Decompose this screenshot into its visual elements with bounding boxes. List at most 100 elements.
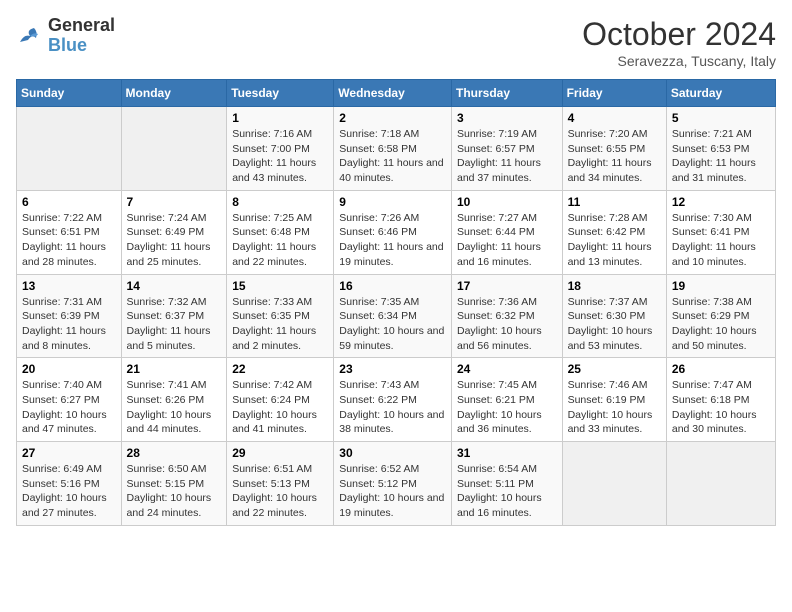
day-info: Sunrise: 7:21 AM Sunset: 6:53 PM Dayligh… bbox=[672, 127, 770, 186]
day-info: Sunrise: 7:42 AM Sunset: 6:24 PM Dayligh… bbox=[232, 378, 328, 437]
day-info: Sunrise: 6:50 AM Sunset: 5:15 PM Dayligh… bbox=[127, 462, 222, 521]
calendar-cell: 29 Sunrise: 6:51 AM Sunset: 5:13 PM Dayli… bbox=[227, 442, 334, 526]
calendar-cell: 11 Sunrise: 7:28 AM Sunset: 6:42 PM Dayli… bbox=[562, 190, 666, 274]
day-number: 10 bbox=[457, 195, 557, 209]
day-info: Sunrise: 7:33 AM Sunset: 6:35 PM Dayligh… bbox=[232, 295, 328, 354]
day-number: 9 bbox=[339, 195, 446, 209]
calendar-week-row: 20 Sunrise: 7:40 AM Sunset: 6:27 PM Dayli… bbox=[17, 358, 776, 442]
day-info: Sunrise: 7:16 AM Sunset: 7:00 PM Dayligh… bbox=[232, 127, 328, 186]
calendar-cell: 12 Sunrise: 7:30 AM Sunset: 6:41 PM Dayli… bbox=[666, 190, 775, 274]
calendar-cell: 20 Sunrise: 7:40 AM Sunset: 6:27 PM Dayli… bbox=[17, 358, 122, 442]
calendar-cell: 27 Sunrise: 6:49 AM Sunset: 5:16 PM Dayli… bbox=[17, 442, 122, 526]
day-info: Sunrise: 6:51 AM Sunset: 5:13 PM Dayligh… bbox=[232, 462, 328, 521]
calendar-table: SundayMondayTuesdayWednesdayThursdayFrid… bbox=[16, 79, 776, 526]
calendar-cell: 17 Sunrise: 7:36 AM Sunset: 6:32 PM Dayli… bbox=[451, 274, 562, 358]
day-number: 23 bbox=[339, 362, 446, 376]
day-info: Sunrise: 7:37 AM Sunset: 6:30 PM Dayligh… bbox=[568, 295, 661, 354]
weekday-header-monday: Monday bbox=[121, 80, 227, 107]
calendar-cell: 1 Sunrise: 7:16 AM Sunset: 7:00 PM Daylig… bbox=[227, 107, 334, 191]
calendar-cell: 19Sunrise: 7:38 AM Sunset: 6:29 PM Dayli… bbox=[666, 274, 775, 358]
title-block: October 2024 Seravezza, Tuscany, Italy bbox=[582, 16, 776, 69]
day-number: 2 bbox=[339, 111, 446, 125]
day-info: Sunrise: 7:19 AM Sunset: 6:57 PM Dayligh… bbox=[457, 127, 557, 186]
day-number: 30 bbox=[339, 446, 446, 460]
calendar-cell: 30 Sunrise: 6:52 AM Sunset: 5:12 PM Dayli… bbox=[334, 442, 452, 526]
calendar-cell: 18Sunrise: 7:37 AM Sunset: 6:30 PM Dayli… bbox=[562, 274, 666, 358]
day-info: Sunrise: 6:49 AM Sunset: 5:16 PM Dayligh… bbox=[22, 462, 116, 521]
logo-bird-icon bbox=[16, 24, 44, 48]
day-number: 21 bbox=[127, 362, 222, 376]
day-number: 7 bbox=[127, 195, 222, 209]
day-number: 15 bbox=[232, 279, 328, 293]
calendar-cell: 2 Sunrise: 7:18 AM Sunset: 6:58 PM Daylig… bbox=[334, 107, 452, 191]
calendar-week-row: 6Sunrise: 7:22 AM Sunset: 6:51 PM Daylig… bbox=[17, 190, 776, 274]
day-number: 27 bbox=[22, 446, 116, 460]
calendar-cell: 26Sunrise: 7:47 AM Sunset: 6:18 PM Dayli… bbox=[666, 358, 775, 442]
day-info: Sunrise: 7:30 AM Sunset: 6:41 PM Dayligh… bbox=[672, 211, 770, 270]
day-number: 31 bbox=[457, 446, 557, 460]
calendar-cell: 6Sunrise: 7:22 AM Sunset: 6:51 PM Daylig… bbox=[17, 190, 122, 274]
calendar-cell: 3 Sunrise: 7:19 AM Sunset: 6:57 PM Daylig… bbox=[451, 107, 562, 191]
calendar-cell: 21 Sunrise: 7:41 AM Sunset: 6:26 PM Dayli… bbox=[121, 358, 227, 442]
day-number: 22 bbox=[232, 362, 328, 376]
page-header: General Blue October 2024 Seravezza, Tus… bbox=[16, 16, 776, 69]
calendar-cell: 10Sunrise: 7:27 AM Sunset: 6:44 PM Dayli… bbox=[451, 190, 562, 274]
day-info: Sunrise: 7:35 AM Sunset: 6:34 PM Dayligh… bbox=[339, 295, 446, 354]
day-number: 20 bbox=[22, 362, 116, 376]
weekday-header-thursday: Thursday bbox=[451, 80, 562, 107]
calendar-cell: 31 Sunrise: 6:54 AM Sunset: 5:11 PM Dayli… bbox=[451, 442, 562, 526]
day-number: 8 bbox=[232, 195, 328, 209]
calendar-cell: 22 Sunrise: 7:42 AM Sunset: 6:24 PM Dayli… bbox=[227, 358, 334, 442]
location-title: Seravezza, Tuscany, Italy bbox=[582, 53, 776, 69]
calendar-cell: 15 Sunrise: 7:33 AM Sunset: 6:35 PM Dayli… bbox=[227, 274, 334, 358]
day-number: 25 bbox=[568, 362, 661, 376]
day-info: Sunrise: 7:32 AM Sunset: 6:37 PM Dayligh… bbox=[127, 295, 222, 354]
calendar-week-row: 13 Sunrise: 7:31 AM Sunset: 6:39 PM Dayli… bbox=[17, 274, 776, 358]
day-number: 5 bbox=[672, 111, 770, 125]
day-info: Sunrise: 7:36 AM Sunset: 6:32 PM Dayligh… bbox=[457, 295, 557, 354]
calendar-cell: 14 Sunrise: 7:32 AM Sunset: 6:37 PM Dayli… bbox=[121, 274, 227, 358]
day-number: 3 bbox=[457, 111, 557, 125]
calendar-cell bbox=[562, 442, 666, 526]
day-info: Sunrise: 7:28 AM Sunset: 6:42 PM Dayligh… bbox=[568, 211, 661, 270]
day-info: Sunrise: 6:54 AM Sunset: 5:11 PM Dayligh… bbox=[457, 462, 557, 521]
day-number: 11 bbox=[568, 195, 661, 209]
day-info: Sunrise: 7:40 AM Sunset: 6:27 PM Dayligh… bbox=[22, 378, 116, 437]
day-info: Sunrise: 7:43 AM Sunset: 6:22 PM Dayligh… bbox=[339, 378, 446, 437]
day-number: 24 bbox=[457, 362, 557, 376]
day-number: 29 bbox=[232, 446, 328, 460]
calendar-cell bbox=[17, 107, 122, 191]
day-info: Sunrise: 7:26 AM Sunset: 6:46 PM Dayligh… bbox=[339, 211, 446, 270]
calendar-cell: 13 Sunrise: 7:31 AM Sunset: 6:39 PM Dayli… bbox=[17, 274, 122, 358]
day-number: 19 bbox=[672, 279, 770, 293]
calendar-cell: 28Sunrise: 6:50 AM Sunset: 5:15 PM Dayli… bbox=[121, 442, 227, 526]
day-info: Sunrise: 7:46 AM Sunset: 6:19 PM Dayligh… bbox=[568, 378, 661, 437]
weekday-header-saturday: Saturday bbox=[666, 80, 775, 107]
weekday-header-row: SundayMondayTuesdayWednesdayThursdayFrid… bbox=[17, 80, 776, 107]
day-number: 14 bbox=[127, 279, 222, 293]
day-number: 17 bbox=[457, 279, 557, 293]
calendar-cell: 23 Sunrise: 7:43 AM Sunset: 6:22 PM Dayli… bbox=[334, 358, 452, 442]
day-info: Sunrise: 6:52 AM Sunset: 5:12 PM Dayligh… bbox=[339, 462, 446, 521]
day-info: Sunrise: 7:25 AM Sunset: 6:48 PM Dayligh… bbox=[232, 211, 328, 270]
day-info: Sunrise: 7:47 AM Sunset: 6:18 PM Dayligh… bbox=[672, 378, 770, 437]
day-number: 6 bbox=[22, 195, 116, 209]
calendar-cell bbox=[121, 107, 227, 191]
calendar-cell: 25 Sunrise: 7:46 AM Sunset: 6:19 PM Dayli… bbox=[562, 358, 666, 442]
day-info: Sunrise: 7:18 AM Sunset: 6:58 PM Dayligh… bbox=[339, 127, 446, 186]
day-number: 13 bbox=[22, 279, 116, 293]
weekday-header-friday: Friday bbox=[562, 80, 666, 107]
calendar-cell bbox=[666, 442, 775, 526]
day-info: Sunrise: 7:24 AM Sunset: 6:49 PM Dayligh… bbox=[127, 211, 222, 270]
day-info: Sunrise: 7:41 AM Sunset: 6:26 PM Dayligh… bbox=[127, 378, 222, 437]
weekday-header-wednesday: Wednesday bbox=[334, 80, 452, 107]
weekday-header-tuesday: Tuesday bbox=[227, 80, 334, 107]
month-title: October 2024 bbox=[582, 16, 776, 53]
day-number: 1 bbox=[232, 111, 328, 125]
day-info: Sunrise: 7:31 AM Sunset: 6:39 PM Dayligh… bbox=[22, 295, 116, 354]
day-number: 16 bbox=[339, 279, 446, 293]
weekday-header-sunday: Sunday bbox=[17, 80, 122, 107]
calendar-cell: 5 Sunrise: 7:21 AM Sunset: 6:53 PM Daylig… bbox=[666, 107, 775, 191]
calendar-cell: 16 Sunrise: 7:35 AM Sunset: 6:34 PM Dayli… bbox=[334, 274, 452, 358]
day-number: 12 bbox=[672, 195, 770, 209]
